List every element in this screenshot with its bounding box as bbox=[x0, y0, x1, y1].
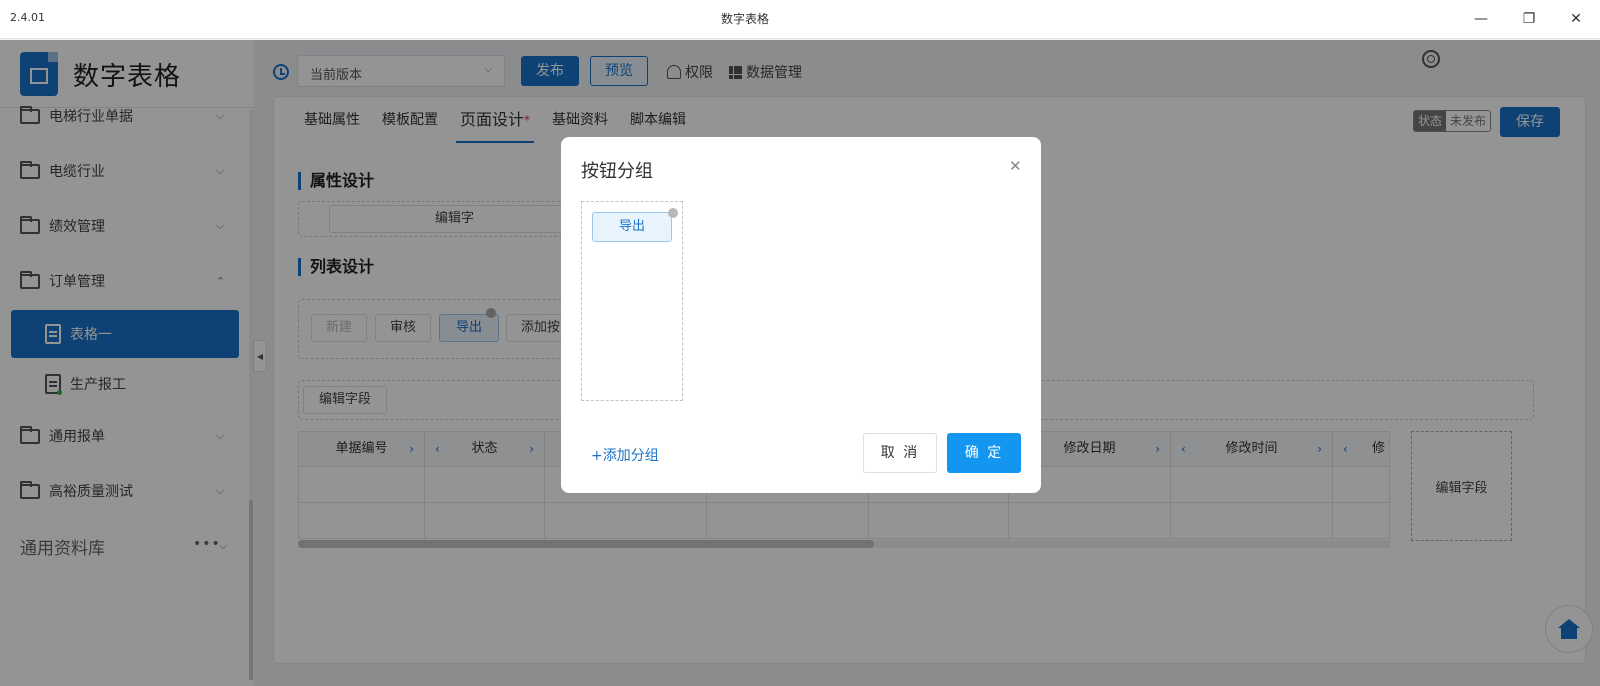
remove-icon[interactable] bbox=[668, 208, 678, 218]
minimize-icon[interactable]: — bbox=[1466, 6, 1496, 32]
close-icon[interactable]: ✕ bbox=[1009, 157, 1022, 175]
window-titlebar: 2.4.01 数字表格 — ❐ ✕ bbox=[0, 0, 1600, 39]
close-icon[interactable]: ✕ bbox=[1561, 6, 1591, 32]
restore-icon[interactable]: ❐ bbox=[1514, 6, 1544, 32]
window-title: 数字表格 bbox=[720, 12, 769, 26]
add-group-link[interactable]: +添加分组 bbox=[591, 445, 659, 465]
button-group-dialog: 按钮分组 ✕ 导出 +添加分组 取 消 确 定 bbox=[561, 137, 1041, 493]
confirm-button[interactable]: 确 定 bbox=[947, 433, 1021, 473]
button-group-box[interactable]: 导出 bbox=[581, 201, 683, 401]
cancel-button[interactable]: 取 消 bbox=[863, 433, 937, 473]
dialog-title: 按钮分组 bbox=[581, 161, 653, 182]
group-export-button[interactable]: 导出 bbox=[592, 212, 672, 242]
